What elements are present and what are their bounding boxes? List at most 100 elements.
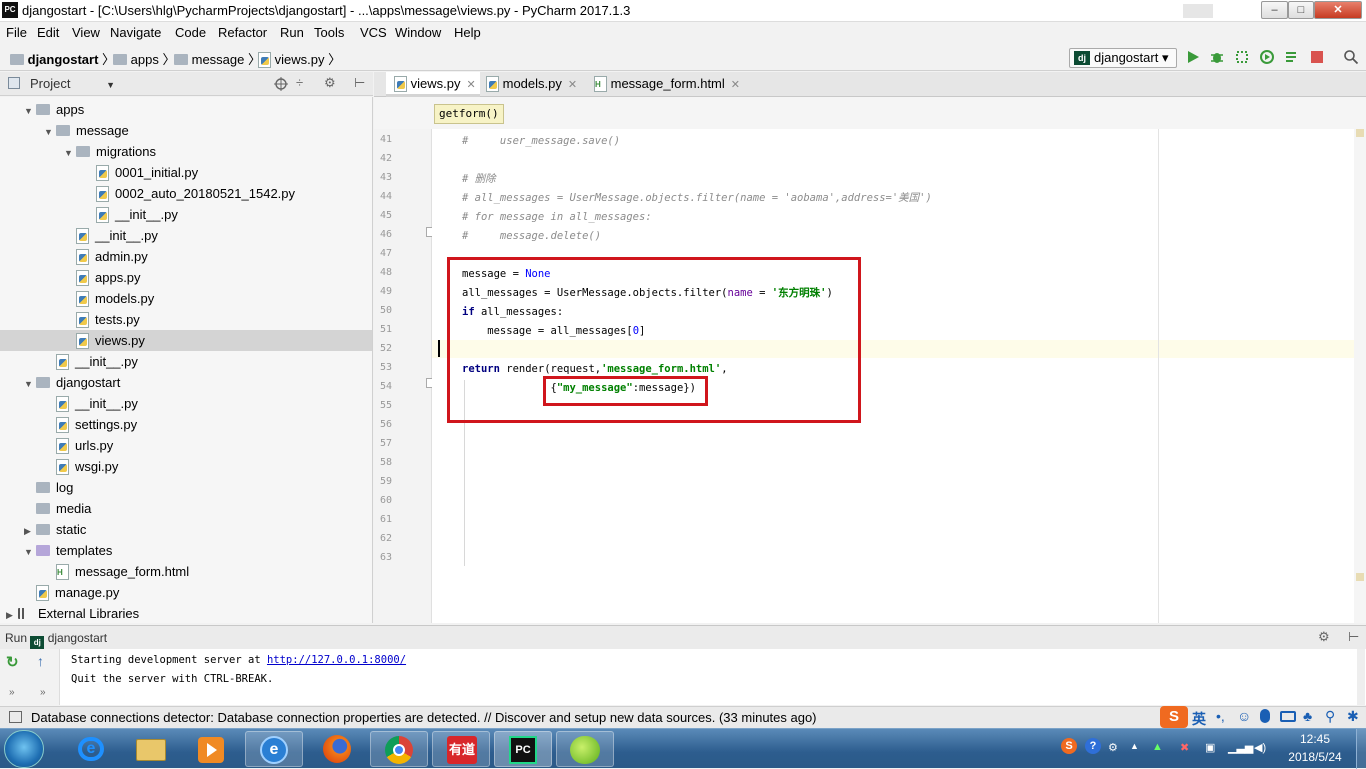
breadcrumb-apps[interactable]: apps 〉 bbox=[113, 49, 175, 68]
sogou-ime-icon[interactable]: S bbox=[1160, 706, 1188, 728]
tree-item[interactable]: manage.py bbox=[24, 582, 119, 603]
close-tab-icon[interactable]: ✕ bbox=[568, 79, 577, 91]
coverage-icon[interactable] bbox=[1234, 49, 1250, 65]
menu-refactor[interactable]: Refactor bbox=[218, 25, 267, 40]
tree-item[interactable]: apps.py bbox=[64, 267, 141, 288]
hide-panel-icon[interactable]: ⊢ bbox=[1348, 629, 1359, 645]
rerun-icon[interactable]: ↻ bbox=[6, 653, 19, 671]
menu-file[interactable]: File bbox=[6, 25, 27, 40]
tray-sogou-icon[interactable]: S bbox=[1061, 738, 1077, 754]
server-url-link[interactable]: http://127.0.0.1:8000/ bbox=[267, 654, 406, 666]
menu-edit[interactable]: Edit bbox=[37, 25, 59, 40]
taskbar-youdao-icon[interactable]: 有道 bbox=[432, 731, 490, 767]
chevron-down-icon[interactable]: ▼ bbox=[64, 143, 76, 164]
chevron-down-icon[interactable]: ▼ bbox=[24, 374, 36, 395]
tree-item[interactable]: __init__.py bbox=[64, 225, 158, 246]
tab-views-py[interactable]: views.py ✕ bbox=[386, 72, 480, 97]
clock-date[interactable]: 2018/5/24 bbox=[1280, 750, 1350, 764]
maximize-button[interactable]: □ bbox=[1288, 1, 1314, 19]
tree-item[interactable]: message_form.html bbox=[44, 561, 189, 582]
tree-item[interactable]: admin.py bbox=[64, 246, 148, 267]
breadcrumb-message[interactable]: message 〉 bbox=[174, 49, 261, 68]
tree-item[interactable]: ▼ templates bbox=[24, 540, 112, 561]
toolbox-icon[interactable]: ⚲ bbox=[1325, 708, 1335, 725]
more-icon[interactable]: » bbox=[9, 687, 15, 698]
taskbar-green-app-icon[interactable] bbox=[556, 731, 614, 767]
search-icon[interactable] bbox=[1343, 49, 1359, 65]
tray-help-icon[interactable]: ? bbox=[1085, 738, 1101, 754]
tree-item[interactable]: wsgi.py bbox=[44, 456, 118, 477]
taskbar-windows-explorer-icon[interactable] bbox=[122, 731, 180, 767]
tray-volume-icon[interactable]: ◀) bbox=[1254, 741, 1266, 754]
menu-navigate[interactable]: Navigate bbox=[110, 25, 161, 40]
profile-icon[interactable] bbox=[1259, 49, 1275, 65]
hide-panel-icon[interactable]: ⊢ bbox=[354, 75, 365, 91]
tray-expand-icon[interactable]: ▲ bbox=[1130, 741, 1139, 751]
taskbar-chrome-icon[interactable] bbox=[370, 731, 428, 767]
tray-signal-icon[interactable]: ▁▃▅ bbox=[1228, 741, 1253, 754]
tree-item[interactable]: __init__.py bbox=[44, 393, 138, 414]
tree-item[interactable]: settings.py bbox=[44, 414, 137, 435]
tree-item[interactable]: ▼ djangostart bbox=[24, 372, 120, 393]
tree-item[interactable]: tests.py bbox=[64, 309, 140, 330]
taskbar-firefox-icon[interactable] bbox=[308, 731, 366, 767]
tray-security-icon[interactable]: ✖ bbox=[1180, 741, 1189, 754]
tree-item[interactable]: ▼ apps bbox=[24, 99, 84, 120]
clock-time[interactable]: 12:45 bbox=[1286, 732, 1344, 746]
menu-tools[interactable]: Tools bbox=[314, 25, 344, 40]
debug-icon[interactable] bbox=[1209, 49, 1225, 65]
tab-message-form-html[interactable]: message_form.html✕ bbox=[586, 72, 746, 97]
project-view-selector[interactable]: Project ▼ bbox=[30, 76, 115, 91]
breadcrumb-views[interactable]: views.py 〉 bbox=[258, 49, 341, 68]
gear-icon[interactable]: ⚙ bbox=[1318, 629, 1330, 645]
chevron-down-icon[interactable]: ▼ bbox=[24, 542, 36, 563]
tools-icon[interactable]: ✱ bbox=[1347, 708, 1359, 725]
tree-item[interactable]: ▶ static bbox=[24, 519, 86, 540]
menu-help[interactable]: Help bbox=[454, 25, 481, 40]
chevron-right-icon[interactable]: ▶ bbox=[24, 521, 36, 542]
tree-item[interactable]: ▼ message bbox=[44, 120, 129, 141]
run-console[interactable]: Starting development server at http://12… bbox=[0, 649, 1366, 705]
ime-punctuation-icon[interactable]: •, bbox=[1216, 708, 1225, 724]
tree-item[interactable]: ▼ migrations bbox=[64, 141, 156, 162]
tree-item[interactable]: log bbox=[24, 477, 73, 498]
run-icon[interactable] bbox=[1185, 49, 1201, 65]
tree-item[interactable]: __init__.py bbox=[44, 351, 138, 372]
show-desktop-button[interactable] bbox=[1356, 729, 1366, 769]
close-tab-icon[interactable]: ✕ bbox=[731, 79, 740, 91]
chevron-right-icon[interactable]: ▶ bbox=[6, 605, 18, 623]
status-message[interactable]: Database connections detector: Database … bbox=[31, 710, 817, 725]
taskbar-ie-active-icon[interactable]: e bbox=[245, 731, 303, 767]
tree-item[interactable]: ▶ External Libraries bbox=[6, 603, 139, 623]
close-tab-icon[interactable]: ✕ bbox=[466, 79, 475, 91]
taskbar-internet-explorer-icon[interactable]: e bbox=[62, 731, 120, 767]
editor-scrollbar[interactable] bbox=[1354, 129, 1366, 623]
tray-app-icon[interactable]: ▲ bbox=[1152, 741, 1163, 753]
tool-windows-icon[interactable] bbox=[9, 711, 22, 723]
console-scrollbar[interactable] bbox=[1357, 649, 1365, 705]
tree-item[interactable]: __init__.py bbox=[84, 204, 178, 225]
gear-icon[interactable]: ⚙ bbox=[324, 75, 336, 91]
menu-window[interactable]: Window bbox=[395, 25, 441, 40]
minimize-button[interactable]: – bbox=[1261, 1, 1288, 19]
microphone-icon[interactable] bbox=[1260, 709, 1270, 723]
tree-item[interactable]: media bbox=[24, 498, 91, 519]
stop-icon[interactable] bbox=[1311, 51, 1323, 63]
run-config-dropdown[interactable]: dj djangostart ▾ bbox=[1069, 48, 1177, 68]
tree-item[interactable]: views.py bbox=[0, 330, 372, 351]
scroll-up-icon[interactable]: ↑ bbox=[37, 653, 44, 669]
tab-models-py[interactable]: models.py ✕ bbox=[478, 72, 586, 97]
tray-network-icon[interactable]: ⚙ bbox=[1108, 741, 1118, 754]
ime-language[interactable]: 英 bbox=[1192, 709, 1206, 729]
more-icon[interactable]: » bbox=[40, 687, 46, 698]
menu-code[interactable]: Code bbox=[175, 25, 206, 40]
tree-item[interactable]: models.py bbox=[64, 288, 154, 309]
close-button[interactable]: ✕ bbox=[1314, 1, 1362, 19]
taskbar-pycharm-icon[interactable]: PC bbox=[494, 731, 552, 767]
collapse-all-icon[interactable]: ÷ bbox=[296, 75, 303, 90]
breadcrumb-project[interactable]: djangostart 〉 bbox=[10, 49, 115, 68]
locate-icon[interactable] bbox=[274, 77, 288, 91]
rerun-icon[interactable] bbox=[1284, 49, 1300, 65]
tree-item[interactable]: 0002_auto_20180521_1542.py bbox=[84, 183, 295, 204]
start-button[interactable] bbox=[4, 730, 44, 768]
